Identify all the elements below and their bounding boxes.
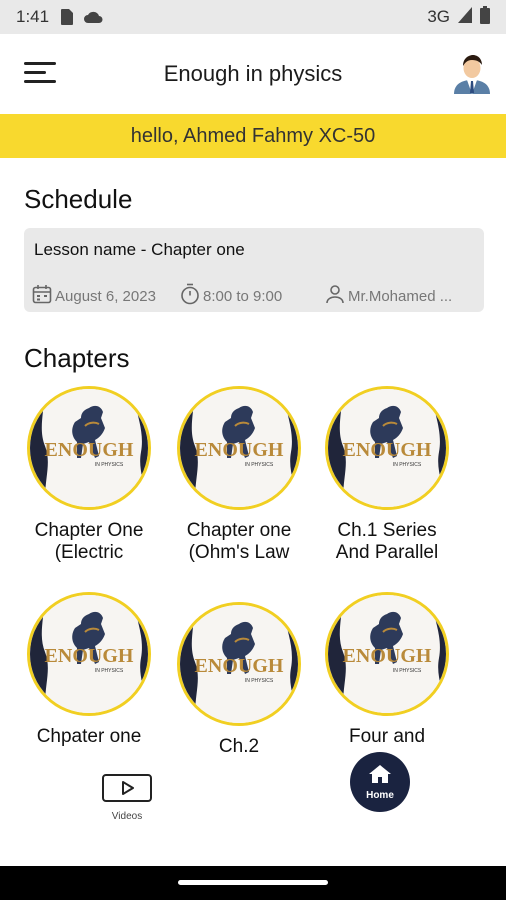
logo-text: ENOUGH	[343, 645, 432, 667]
status-time: 1:41	[16, 7, 50, 26]
logo-subtext: IN PHYSICS	[393, 462, 422, 468]
system-nav-bar	[0, 866, 506, 900]
chapter-card[interactable]: ENOUGH IN PHYSICS Chapter One (Electric	[24, 386, 154, 564]
schedule-heading: Schedule	[24, 184, 133, 214]
app-bar: Enough in physics	[0, 34, 506, 114]
chapters-grid: ENOUGH IN PHYSICS Chapter One (Electric …	[24, 386, 484, 752]
chapter-logo: ENOUGH IN PHYSICS	[177, 602, 301, 726]
signal-icon	[458, 6, 472, 28]
network-type: 3G	[427, 7, 450, 26]
chapter-logo: ENOUGH IN PHYSICS	[325, 592, 449, 716]
home-icon	[368, 764, 392, 789]
home-label: Home	[366, 789, 394, 801]
timer-icon	[180, 283, 200, 309]
logo-text: ENOUGH	[195, 439, 284, 461]
bottom-nav: Videos Home	[0, 752, 506, 844]
chapter-logo: ENOUGH IN PHYSICS	[325, 386, 449, 510]
chapter-logo: ENOUGH IN PHYSICS	[27, 592, 151, 716]
logo-text: ENOUGH	[45, 439, 134, 461]
chapter-name: Ch.1 Series And Parallel	[335, 520, 439, 563]
schedule-teacher: Mr.Mohamed ...	[348, 287, 453, 305]
chapter-logo: ENOUGH IN PHYSICS	[177, 386, 301, 510]
logo-subtext: IN PHYSICS	[245, 678, 274, 684]
logo-text: ENOUGH	[45, 645, 134, 667]
chapter-name: Chapter one (Ohm's Law	[186, 520, 292, 563]
greeting-banner: hello, Ahmed Fahmy XC-50	[0, 114, 506, 158]
schedule-time: 8:00 to 9:00	[203, 287, 283, 305]
chapter-card[interactable]: ENOUGH IN PHYSICS Ch.2	[174, 602, 304, 752]
logo-text: ENOUGH	[195, 655, 284, 677]
schedule-date: August 6, 2023	[55, 287, 156, 305]
avatar[interactable]	[452, 52, 492, 94]
person-icon	[325, 284, 345, 308]
sim-card-icon	[59, 9, 74, 25]
schedule-card[interactable]: Lesson name - Chapter one August 6, 2023…	[24, 228, 484, 312]
video-play-icon	[102, 774, 152, 808]
logo-subtext: IN PHYSICS	[95, 668, 124, 674]
cloud-icon	[83, 10, 103, 24]
chapter-logo: ENOUGH IN PHYSICS	[27, 386, 151, 510]
chapter-card[interactable]: ENOUGH IN PHYSICS Chpater one	[24, 592, 154, 752]
lesson-name: Lesson name - Chapter one	[34, 240, 245, 259]
chapter-card[interactable]: ENOUGH IN PHYSICS Four and	[322, 592, 452, 752]
logo-subtext: IN PHYSICS	[95, 462, 124, 468]
calendar-icon	[32, 284, 52, 308]
chapter-name: Chpater one	[36, 726, 142, 747]
app-title: Enough in physics	[163, 61, 343, 86]
battery-icon	[480, 5, 490, 29]
videos-tab[interactable]: Videos	[102, 774, 152, 822]
logo-text: ENOUGH	[343, 439, 432, 461]
home-button[interactable]: Home	[350, 752, 410, 812]
menu-icon[interactable]	[24, 62, 56, 84]
chapter-name: Chapter One (Electric	[34, 520, 144, 563]
chapter-card[interactable]: ENOUGH IN PHYSICS Chapter one (Ohm's Law	[174, 386, 304, 564]
logo-subtext: IN PHYSICS	[393, 668, 422, 674]
status-bar: 1:41 3G	[0, 0, 506, 34]
chapter-name: Ch.2	[218, 736, 260, 752]
chapter-name: Four and	[348, 726, 426, 747]
home-gesture-bar[interactable]	[178, 880, 328, 885]
chapter-card[interactable]: ENOUGH IN PHYSICS Ch.1 Series And Parall…	[322, 386, 452, 564]
videos-label: Videos	[111, 811, 143, 822]
logo-subtext: IN PHYSICS	[245, 462, 274, 468]
chapters-heading: Chapters	[24, 343, 130, 373]
